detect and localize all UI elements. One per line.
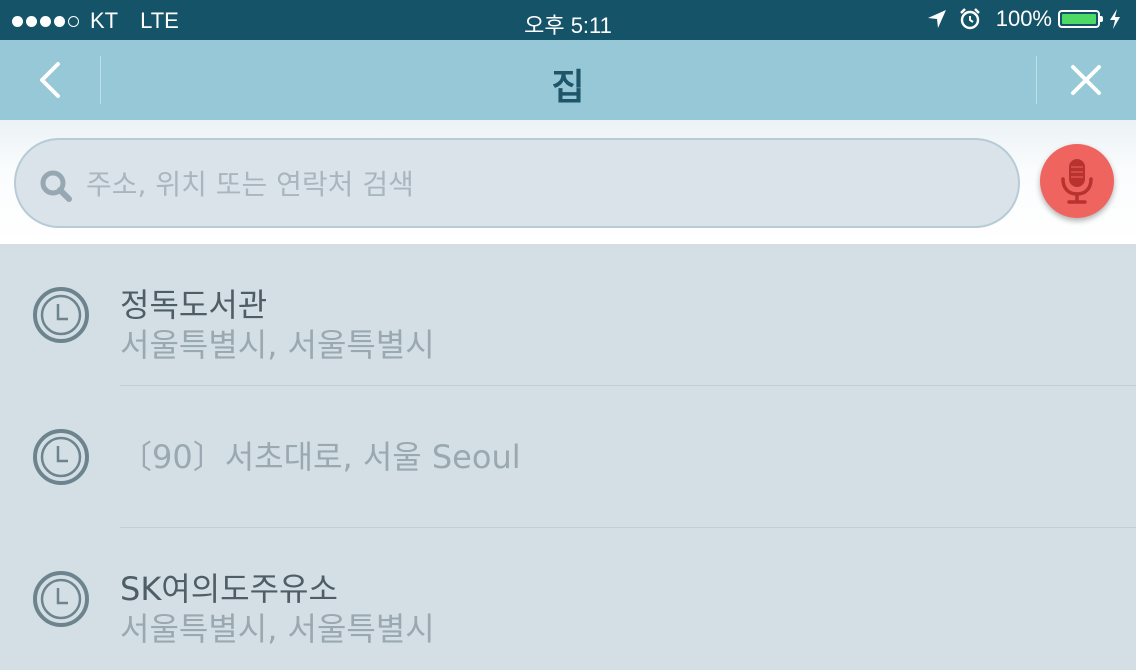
page-title: 집 [551, 67, 585, 108]
clock-icon [33, 571, 89, 627]
carrier-label: KT [90, 8, 119, 33]
clock-icon [33, 287, 89, 343]
search-area [0, 120, 1136, 244]
signal-dot [26, 15, 37, 27]
list-item[interactable]: 정독도서관 서울특별시, 서울특별시 [0, 244, 1136, 386]
navigation-bar: 집 [0, 40, 1136, 120]
search-input[interactable] [84, 140, 988, 228]
nav-separator [1036, 56, 1037, 104]
location-arrow-icon [927, 10, 946, 28]
status-bar: KT LTE 오후 5:11 100% [0, 0, 1136, 40]
clock-icon [33, 429, 89, 485]
back-button[interactable] [20, 50, 80, 110]
close-button[interactable] [1056, 50, 1116, 110]
voice-search-button[interactable] [1040, 144, 1114, 218]
close-icon [1071, 65, 1101, 95]
alarm-icon [959, 8, 980, 30]
battery-icon [1058, 10, 1103, 28]
item-subtitle: 서울특별시, 서울특별시 [120, 326, 435, 364]
nav-separator [100, 56, 101, 104]
chevron-left-icon [40, 62, 60, 98]
battery-percent: 100% [995, 6, 1052, 31]
network-label: LTE [140, 8, 179, 33]
recent-list: 정독도서관 서울특별시, 서울특별시 〔90〕서초대로, 서울 Seoul SK… [0, 244, 1136, 670]
microphone-icon [1061, 159, 1093, 204]
list-item[interactable]: 〔90〕서초대로, 서울 Seoul [0, 386, 1136, 528]
search-box[interactable] [14, 138, 1020, 228]
status-right: 100% [926, 6, 1122, 32]
signal-dot [54, 15, 65, 27]
item-subtitle: 서울특별시, 서울특별시 [120, 610, 435, 648]
status-left: KT LTE [12, 8, 179, 34]
signal-dot [12, 15, 23, 27]
signal-dot [40, 15, 51, 27]
charging-bolt-icon [1110, 9, 1120, 29]
search-icon [40, 170, 72, 202]
item-title: 〔90〕서초대로, 서울 Seoul [120, 438, 521, 476]
list-item[interactable]: SK여의도주유소 서울특별시, 서울특별시 [0, 528, 1136, 670]
signal-dot-empty [68, 15, 79, 27]
